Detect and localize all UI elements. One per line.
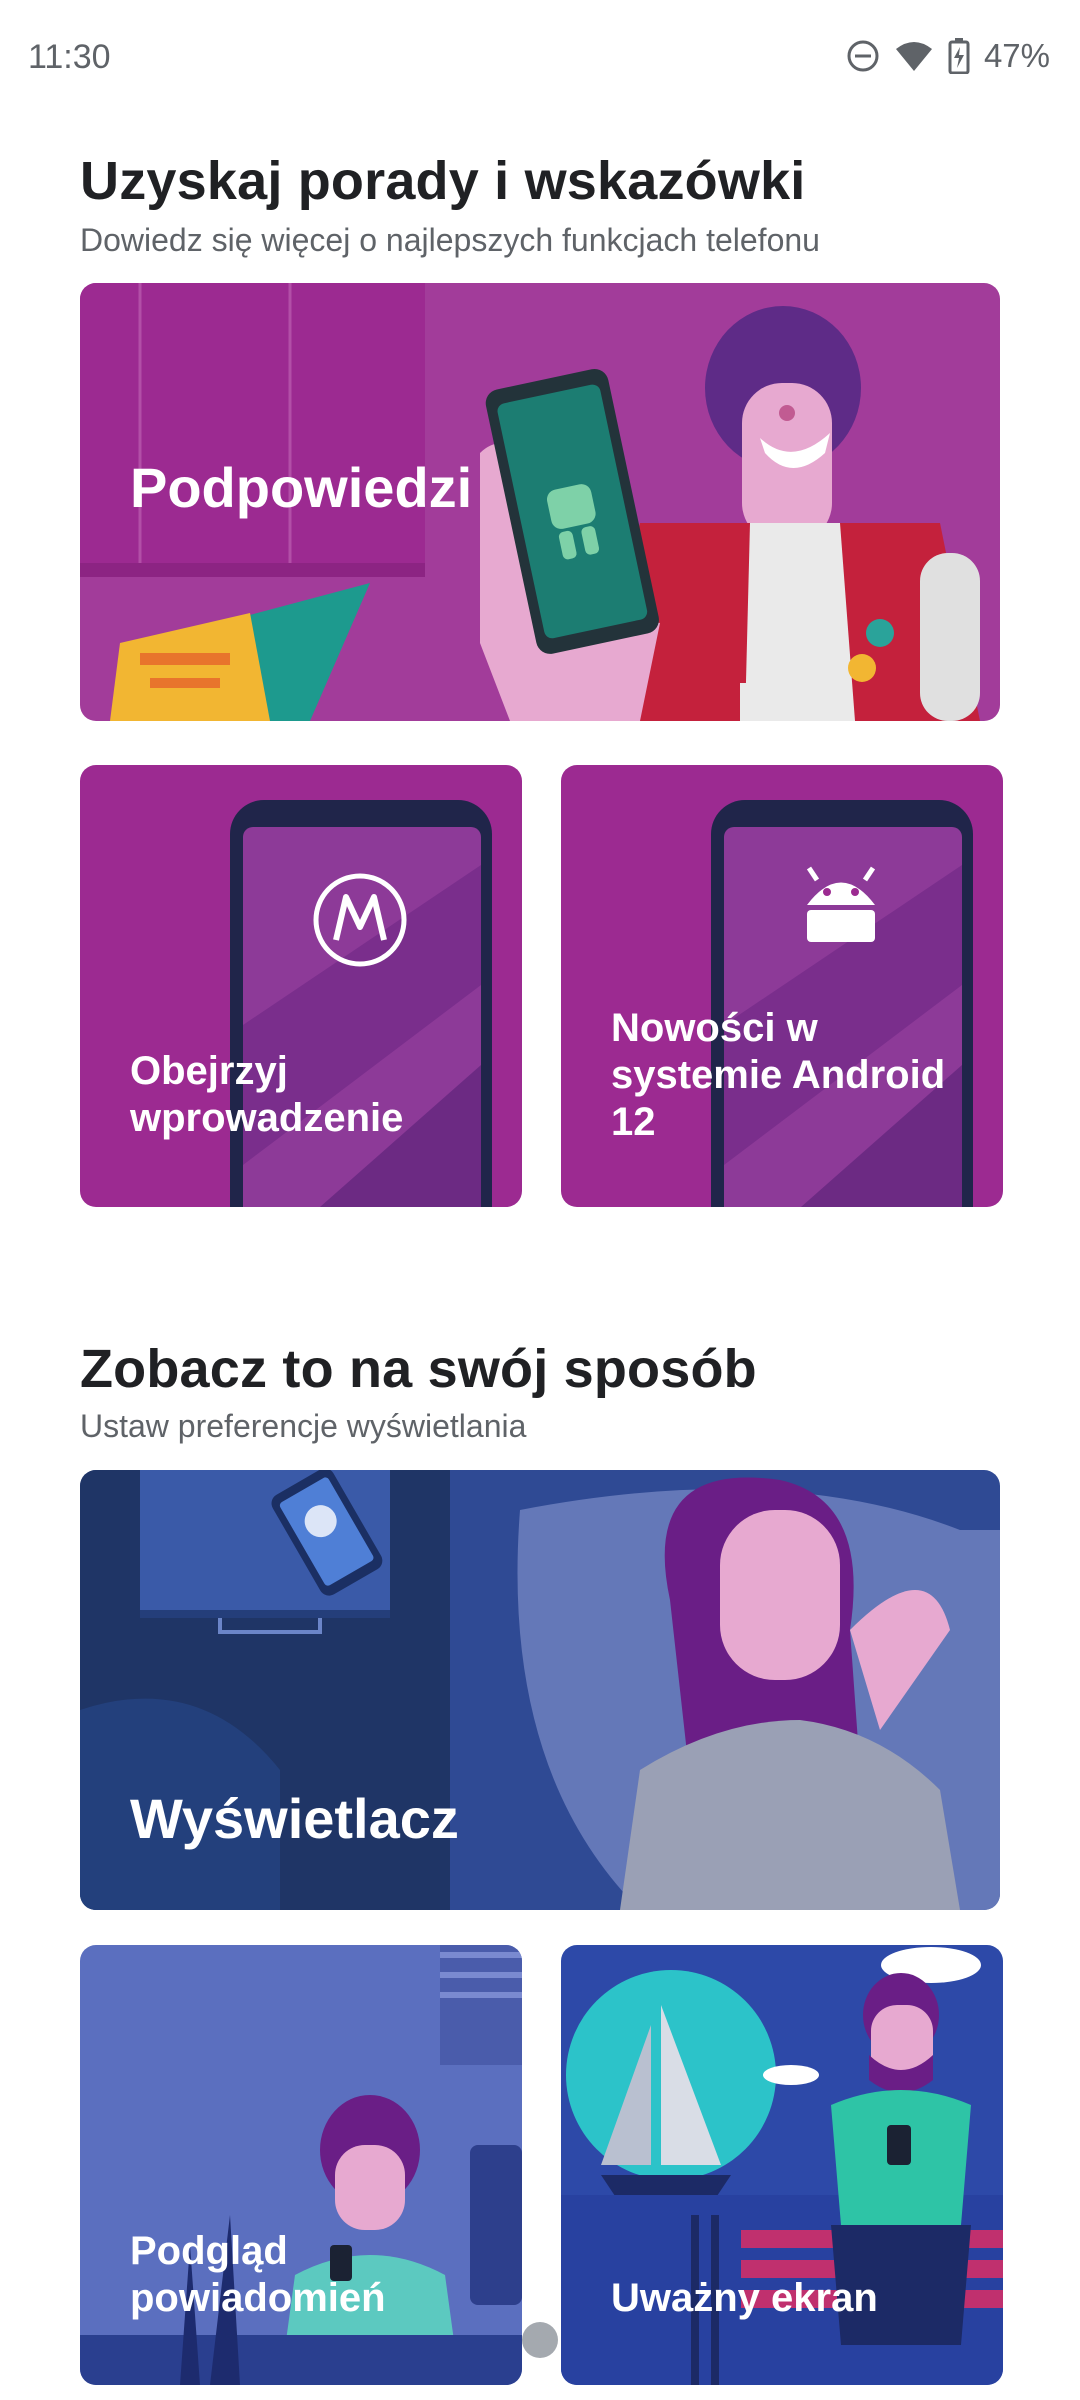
- peek-notifications-card[interactable]: Podgląd powiadomień: [80, 1945, 522, 2385]
- do-not-disturb-icon: [847, 40, 879, 72]
- android-12-label-line3: 12: [611, 1100, 656, 1144]
- peek-label-line2: powiadomień: [130, 2276, 386, 2320]
- display-card[interactable]: Wyświetlacz: [80, 1470, 1000, 1910]
- peek-label-line1: Podgląd: [130, 2229, 288, 2273]
- hints-card-label: Podpowiedzi: [130, 456, 473, 519]
- watch-intro-label-line1: Obejrzyj: [130, 1049, 288, 1093]
- watch-intro-label-line2: wprowadzenie: [130, 1096, 404, 1140]
- battery-charging-icon: [948, 38, 970, 74]
- section-subtitle-tips: Dowiedz się więcej o najlepszych funkcja…: [80, 222, 820, 258]
- attentive-label: Uważny ekran: [611, 2276, 878, 2320]
- android-12-card[interactable]: Nowości w systemie Android 12: [561, 765, 1003, 1207]
- android-12-label-line2: systemie Android: [611, 1053, 946, 1097]
- section-subtitle-display: Ustaw preferencje wyświetlania: [80, 1408, 527, 1444]
- wifi-icon: [895, 42, 932, 71]
- attentive-display-card[interactable]: Uważny ekran: [561, 1945, 1003, 2385]
- status-icons: 47%: [846, 36, 1050, 76]
- status-time: 11:30: [28, 38, 111, 76]
- section-title-tips: Uzyskaj porady i wskazówki: [80, 151, 806, 211]
- status-bar: 11:30 47%: [0, 0, 1080, 110]
- android-12-label-line1: Nowości w: [611, 1006, 818, 1050]
- battery-percent: 47%: [983, 37, 1050, 74]
- hints-card[interactable]: Podpowiedzi: [80, 283, 1000, 721]
- section-title-display: Zobacz to na swój sposób: [80, 1339, 757, 1399]
- display-card-label: Wyświetlacz: [130, 1787, 459, 1850]
- navigation-handle[interactable]: [522, 2322, 558, 2358]
- watch-intro-card[interactable]: Obejrzyj wprowadzenie: [80, 765, 522, 1207]
